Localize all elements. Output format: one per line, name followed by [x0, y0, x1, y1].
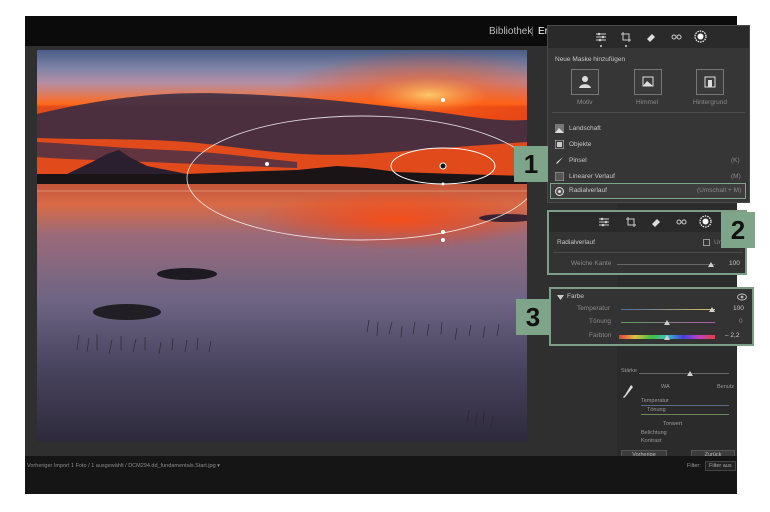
sliders-icon[interactable]	[595, 31, 607, 43]
sunset-lake-photo[interactable]	[37, 50, 527, 442]
callout-3: 3	[516, 299, 550, 335]
collapse-triangle-icon[interactable]	[557, 294, 564, 301]
temp-slider[interactable]	[621, 309, 715, 310]
tint-slider-thumb[interactable]	[664, 320, 670, 325]
tool-linear-shortcut: (M)	[731, 173, 741, 180]
sky-icon	[642, 76, 654, 87]
tool-radial-label: Radialverlauf	[569, 187, 607, 194]
mask-background-button[interactable]	[696, 69, 724, 95]
sliders-icon-2[interactable]	[598, 216, 610, 228]
color-section-title: Farbe	[567, 293, 584, 300]
feather-slider-thumb[interactable]	[708, 262, 714, 267]
radial-gradient-icon	[555, 187, 564, 196]
new-mask-title: Neue Maske hinzufügen	[555, 56, 626, 63]
eyedropper-icon[interactable]	[622, 384, 634, 400]
background-icon	[704, 76, 716, 88]
tone-header: Tonwert	[663, 421, 683, 427]
mask-sky-button[interactable]	[634, 69, 662, 95]
masking-icon-2[interactable]	[699, 215, 712, 228]
module-library[interactable]: Bibliothek	[489, 26, 532, 37]
hue-label: Farbton	[589, 332, 612, 339]
eraser-icon-2[interactable]	[650, 216, 662, 228]
objects-icon	[555, 140, 564, 149]
crop-icon[interactable]	[620, 31, 632, 43]
radial-panel-title: Radialverlauf	[557, 239, 595, 246]
radial-settings-overlay: Radialverlauf Um Weiche Kante 100	[547, 210, 747, 275]
masking-icon[interactable]	[694, 30, 707, 43]
invert-checkbox[interactable]	[703, 239, 710, 246]
tint-label: Tönung	[589, 318, 612, 325]
eye-icon[interactable]	[737, 293, 747, 301]
exposure-mini-label: Belichtung	[641, 430, 667, 436]
tool-strip-2	[549, 212, 745, 232]
temp-label: Temperatur	[577, 305, 610, 312]
filmstrip-breadcrumb[interactable]: Vorheriger Import 1 Foto / 1 ausgewählt …	[27, 463, 220, 469]
filter-label: Filter:	[687, 463, 701, 469]
tint-mini-label: Tönung	[647, 407, 666, 413]
feather-slider[interactable]	[617, 264, 715, 265]
tint-value[interactable]: 0	[739, 318, 743, 325]
feather-value[interactable]: 100	[729, 260, 740, 267]
wb-label: WA	[661, 384, 670, 390]
tool-linear-label: Linearer Verlauf	[569, 173, 615, 180]
tool-brush-label: Pinsel	[569, 157, 587, 164]
mask-background-label: Hintergrund	[693, 99, 727, 106]
brush-icon	[556, 157, 563, 164]
person-icon	[579, 76, 591, 88]
staerke-label: Stärke	[621, 368, 637, 374]
tool-strip	[548, 26, 749, 48]
tool-landscape-label: Landschaft	[569, 125, 601, 132]
module-separator: |	[531, 26, 534, 37]
landscape-icon	[555, 124, 564, 133]
mask-subject-label: Motiv	[577, 99, 593, 106]
wb-value[interactable]: Benutz	[717, 384, 734, 390]
crop-icon-2[interactable]	[625, 216, 637, 228]
radial-pin	[439, 162, 447, 170]
hue-slider-thumb[interactable]	[664, 335, 670, 340]
feather-label: Weiche Kante	[571, 260, 612, 267]
redeye-icon-2[interactable]	[675, 216, 687, 228]
temp-slider-thumb[interactable]	[709, 307, 715, 312]
tool-objects-label: Objekte	[569, 141, 592, 148]
redeye-icon[interactable]	[670, 31, 682, 43]
mask-subject-button[interactable]	[571, 69, 599, 95]
tool-radial-shortcut: (Umschalt + M)	[697, 187, 742, 194]
mask-panel-overlay: Neue Maske hinzufügen Motiv Himmel Hinte…	[547, 25, 750, 203]
tool-brush-shortcut: (K)	[731, 157, 740, 164]
temp-mini-label: Temperatur	[641, 398, 669, 404]
color-settings-overlay: Farbe Temperatur 100 Tönung 0 Farbton – …	[549, 287, 754, 346]
linear-gradient-icon	[555, 172, 564, 181]
filmstrip-bar: Vorheriger Import 1 Foto / 1 ausgewählt …	[25, 456, 737, 494]
callout-1: 1	[514, 146, 548, 182]
mask-sky-label: Himmel	[636, 99, 659, 106]
tool-radial-gradient[interactable]: Radialverlauf (Umschalt + M)	[550, 183, 746, 199]
hue-value[interactable]: – 2,2	[725, 332, 739, 339]
contrast-mini-label: Kontrast	[641, 438, 662, 444]
filter-dropdown[interactable]: Filter aus	[705, 461, 736, 471]
callout-2: 2	[721, 212, 755, 248]
temp-value[interactable]: 100	[733, 305, 744, 312]
eraser-icon[interactable]	[645, 31, 657, 43]
image-stage	[25, 46, 617, 456]
